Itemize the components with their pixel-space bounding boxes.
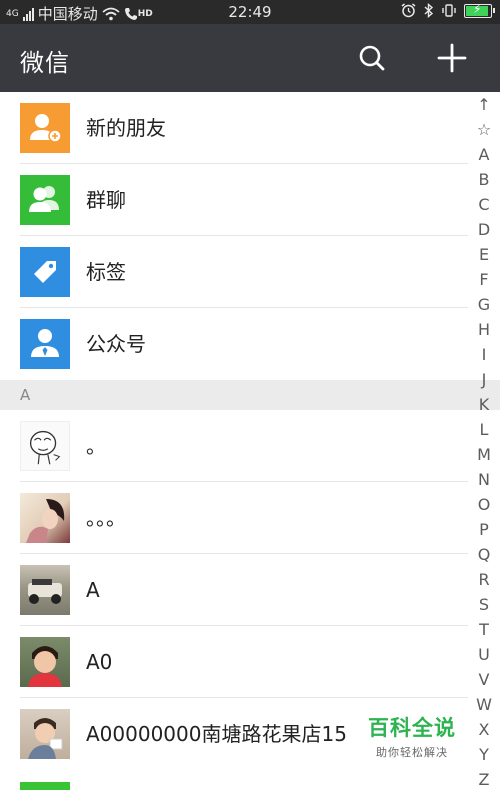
battery-icon: ⚡: [464, 2, 495, 18]
contact-name: A0: [86, 650, 113, 674]
group-chat-icon: [20, 175, 70, 225]
index-letter-16[interactable]: O: [478, 492, 491, 517]
vibrate-icon: [442, 4, 456, 17]
contact-row[interactable]: 。: [0, 410, 468, 482]
index-letter-18[interactable]: Q: [478, 542, 491, 567]
index-letter-14[interactable]: M: [477, 442, 491, 467]
list-item-label: 标签: [86, 260, 126, 284]
official-account-icon: [20, 319, 70, 369]
title-bar: 微信: [0, 24, 500, 92]
index-letter-9[interactable]: H: [478, 317, 490, 342]
watermark: 百科全说 助你轻松解决: [362, 712, 462, 760]
index-letter-4[interactable]: C: [478, 192, 489, 217]
index-letter-2[interactable]: A: [479, 142, 490, 167]
index-letter-7[interactable]: F: [479, 267, 488, 292]
group-chats-item[interactable]: 群聊: [0, 164, 468, 236]
index-letter-22[interactable]: U: [478, 642, 490, 667]
index-letter-8[interactable]: G: [478, 292, 490, 317]
avatar: [20, 565, 70, 615]
index-letter-11[interactable]: J: [482, 367, 487, 392]
watermark-subtitle: 助你轻松解决: [376, 746, 448, 759]
index-letter-19[interactable]: R: [478, 567, 489, 592]
new-friends-item[interactable]: 新的朋友: [0, 92, 468, 164]
index-letter-25[interactable]: X: [479, 717, 490, 742]
list-item-label: 新的朋友: [86, 116, 166, 140]
index-letter-5[interactable]: D: [478, 217, 490, 242]
index-letter-27[interactable]: Z: [479, 767, 490, 792]
index-letter-12[interactable]: K: [479, 392, 490, 417]
index-letter-23[interactable]: V: [479, 667, 490, 692]
index-letter-0[interactable]: ↑: [477, 92, 490, 117]
contacts-list[interactable]: 新的朋友 群聊 标签 公众号 A 。 。。。 A A0 A00000000南塘路…: [0, 92, 500, 770]
official-accounts-item[interactable]: 公众号: [0, 308, 468, 380]
contact-name: 。: [86, 434, 106, 458]
avatar: [20, 421, 70, 471]
avatar: [20, 637, 70, 687]
index-letter-13[interactable]: L: [480, 417, 489, 442]
index-letter-20[interactable]: S: [479, 592, 489, 617]
add-friend-icon: [20, 103, 70, 153]
section-header-a: A: [0, 380, 500, 410]
index-letter-17[interactable]: P: [479, 517, 489, 542]
index-letter-15[interactable]: N: [478, 467, 490, 492]
index-letter-10[interactable]: I: [482, 342, 487, 367]
alphabet-index-bar[interactable]: ↑ ☆ A B C D E F G H I J K L M N O P Q R S T U V W X Y Z: [473, 92, 495, 792]
tags-item[interactable]: 标签: [0, 236, 468, 308]
avatar: [20, 493, 70, 543]
contact-name: A00000000南塘路花果店15: [86, 722, 347, 746]
alarm-icon: [401, 3, 416, 18]
index-letter-24[interactable]: W: [476, 692, 492, 717]
list-item-label: 公众号: [86, 332, 146, 356]
tag-icon: [20, 247, 70, 297]
bluetooth-icon: [424, 3, 434, 18]
contact-name: A: [86, 578, 100, 602]
search-icon: [359, 45, 385, 71]
watermark-title: 百科全说: [368, 716, 456, 740]
contact-row[interactable]: A0: [0, 626, 468, 698]
list-item-label: 群聊: [86, 188, 126, 212]
search-button[interactable]: [352, 38, 392, 78]
index-letter-1[interactable]: ☆: [477, 117, 491, 142]
contact-name: 。。。: [86, 506, 126, 530]
contact-row[interactable]: 。。。: [0, 482, 468, 554]
avatar: [20, 709, 70, 759]
partial-avatar: [20, 782, 70, 790]
page-title: 微信: [20, 49, 70, 77]
plus-icon: [437, 43, 467, 73]
index-letter-21[interactable]: T: [479, 617, 489, 642]
add-button[interactable]: [432, 38, 472, 78]
status-bar: 4G 中国移动 HD 22:49 ⚡: [0, 0, 500, 24]
index-letter-26[interactable]: Y: [479, 742, 489, 767]
index-letter-6[interactable]: E: [479, 242, 489, 267]
contact-row[interactable]: A: [0, 554, 468, 626]
index-letter-3[interactable]: B: [479, 167, 490, 192]
